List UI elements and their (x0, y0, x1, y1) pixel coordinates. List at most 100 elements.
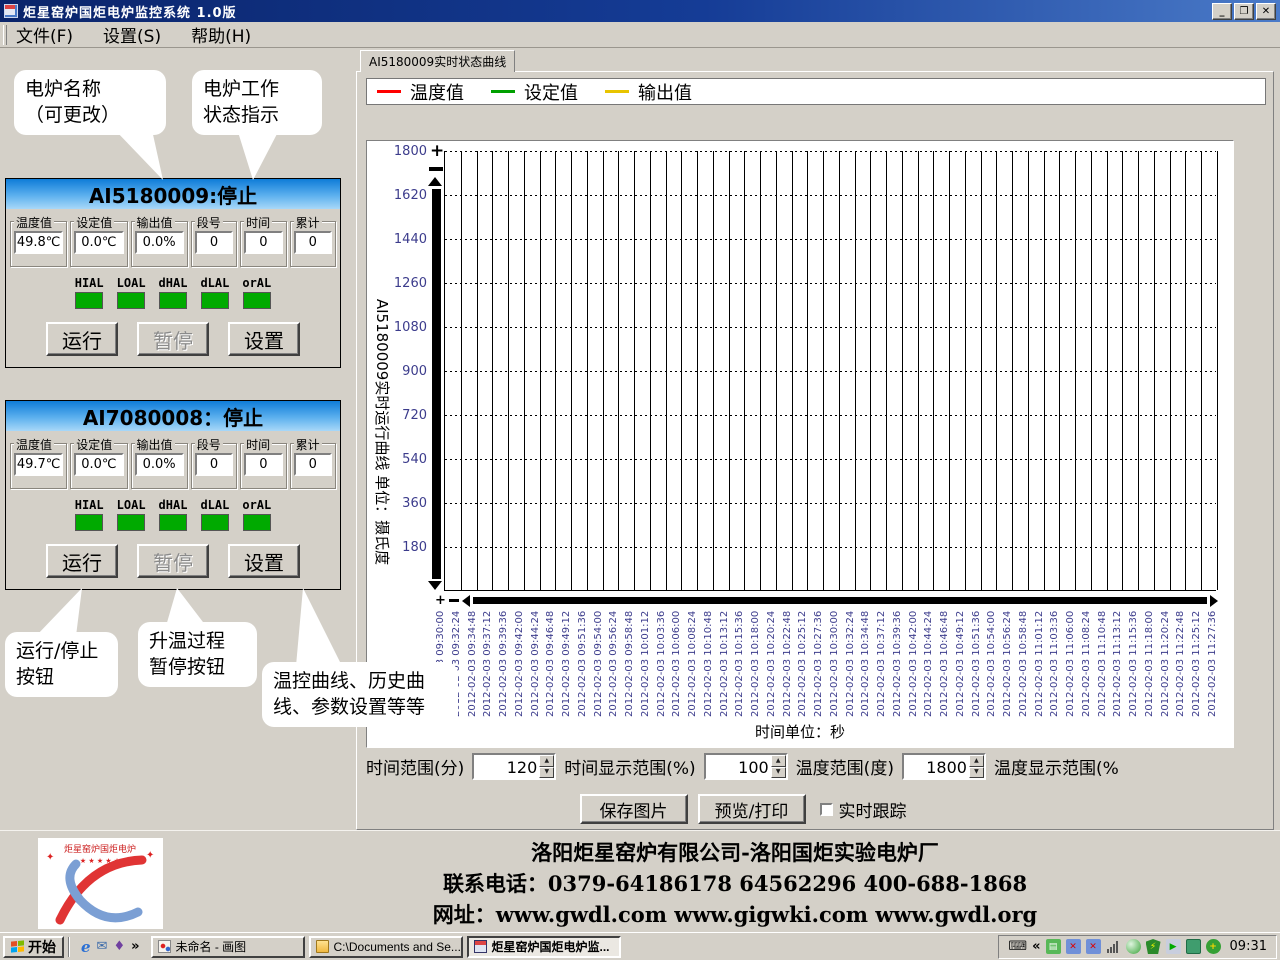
menu-file[interactable]: 文件(F) (16, 22, 73, 47)
tab-realtime-curve[interactable]: AI5180009实时状态曲线 (360, 50, 515, 72)
alarm-label: HIAL (75, 276, 104, 290)
field-group: 段号0 (191, 443, 237, 489)
save-image-button[interactable]: 保存图片 (580, 794, 688, 824)
spinner-up[interactable]: ▲ (969, 755, 984, 767)
spinner-up[interactable]: ▲ (539, 755, 554, 767)
menu-grip[interactable] (3, 25, 7, 45)
pause-button[interactable]: 暂停 (137, 544, 209, 578)
v-gridline (666, 151, 667, 590)
input-method-icon[interactable]: ⌨ (1008, 939, 1027, 954)
spinner-down[interactable]: ▼ (771, 767, 786, 779)
minimize-button[interactable]: _ (1212, 3, 1232, 20)
websites: 网址：www.gwdl.com www.gigwki.com www.gwdl.… (433, 899, 1037, 930)
menu-help[interactable]: 帮助(H) (191, 22, 251, 47)
run-button[interactable]: 运行 (46, 544, 118, 578)
spinner-0[interactable]: 120▲▼ (472, 753, 556, 780)
field-group: 累计0 (290, 443, 336, 489)
tray-icon-green-app[interactable]: ▤ (1046, 939, 1061, 954)
v-gridline (587, 151, 588, 590)
scroll-up-arrow[interactable] (428, 177, 442, 186)
x-tick-label: 2012-02-03 11:13:12 (1112, 609, 1124, 717)
y-scrollbar-thumb[interactable] (432, 189, 441, 579)
v-gridline (555, 151, 556, 590)
x-tick-label: 2012-02-03 10:34:48 (860, 609, 872, 717)
setup-button[interactable]: 设置 (228, 322, 300, 356)
internet-explorer-icon[interactable]: e (81, 938, 91, 956)
preview-print-button[interactable]: 预览/打印 (698, 794, 806, 824)
realtime-track-checkbox[interactable] (820, 803, 833, 816)
scroll-right-arrow[interactable] (1210, 595, 1218, 607)
furnace-title[interactable]: AI5180009:停止 (6, 179, 340, 209)
restore-button[interactable]: ❐ (1234, 3, 1254, 20)
y-tick-label: 360 (393, 496, 427, 511)
media-player-icon[interactable]: ♦ (113, 939, 125, 954)
setup-button[interactable]: 设置 (228, 544, 300, 578)
x-tick-label: 2012-02-03 10:15:36 (734, 609, 746, 717)
spinner-1[interactable]: 100▲▼ (704, 753, 788, 780)
v-gridline (1091, 151, 1092, 590)
tray-icon-network-disconnected-1[interactable]: ✕ (1066, 939, 1081, 954)
tray-icon-signal-strength[interactable] (1106, 939, 1121, 954)
app-icon (4, 4, 18, 18)
field-value: 0.0℃ (74, 453, 123, 476)
task-button-monitor-app[interactable]: 炬星窑炉国炬电炉监... (467, 936, 621, 958)
trailing-range-label: 温度显示范围(% (994, 754, 1119, 779)
v-gridline (949, 151, 950, 590)
close-button[interactable]: ✕ (1256, 3, 1276, 20)
tray-icon-green-case[interactable] (1186, 939, 1201, 954)
spinner-up[interactable]: ▲ (771, 755, 786, 767)
v-gridline (807, 151, 808, 590)
field-value: 0 (244, 231, 282, 254)
mail-icon[interactable]: ✉ (97, 939, 108, 954)
spinner-down[interactable]: ▼ (969, 767, 984, 779)
zoom-out-y-button[interactable] (429, 167, 443, 171)
company-name: 洛阳炬星窑炉有限公司-洛阳国炬实验电炉厂 (531, 837, 939, 868)
start-button[interactable]: 开始 (3, 936, 64, 958)
realtime-track-label: 实时跟踪 (839, 797, 907, 822)
contact-phone: 联系电话：0379-64186178 64562296 400-688-1868 (443, 868, 1027, 899)
furnace-title[interactable]: AI7080008：停止 (6, 401, 340, 431)
x-tick-label: 2012-02-03 11:01:12 (1034, 609, 1046, 717)
v-gridline (650, 151, 651, 590)
tray-icon-server-run[interactable]: ▶ (1166, 939, 1181, 954)
v-gridline (492, 151, 493, 590)
tray-icon-green-globe[interactable] (1126, 939, 1141, 954)
v-gridline (618, 151, 619, 590)
alarm-label: orAL (242, 276, 271, 290)
alarm-led-green (243, 292, 271, 309)
plot-area (444, 151, 1216, 591)
x-tick-label: 2012-02-03 09:44:24 (530, 609, 542, 717)
v-gridline (508, 151, 509, 590)
zoom-out-x-button[interactable] (449, 599, 459, 602)
zoom-in-y-button[interactable]: + (430, 141, 444, 161)
scroll-left-arrow[interactable] (462, 595, 470, 607)
task-button-explorer[interactable]: C:\Documents and Se... (309, 936, 463, 958)
app-form-icon (474, 940, 487, 953)
run-button[interactable]: 运行 (46, 322, 118, 356)
x-tick-label: 2012-02-03 09:54:00 (593, 609, 605, 717)
x-tick-label: 2012-02-03 10:22:48 (782, 609, 794, 717)
tray-icon-update[interactable]: + (1206, 939, 1221, 954)
alarm-indicator-dlal: dLAL (200, 498, 229, 531)
alarm-led-green (117, 292, 145, 309)
tray-collapse-chevron[interactable]: « (1032, 939, 1040, 954)
spinner-down[interactable]: ▼ (539, 767, 554, 779)
x-scrollbar-thumb[interactable] (473, 597, 1207, 604)
h-gridline (445, 415, 1216, 416)
pause-button[interactable]: 暂停 (137, 322, 209, 356)
tray-icon-shield[interactable]: ⚡ (1146, 939, 1161, 954)
x-tick-label: 2012-02-03 10:37:12 (876, 609, 888, 717)
scroll-down-arrow[interactable] (428, 581, 442, 590)
menu-settings[interactable]: 设置(S) (103, 22, 161, 47)
spinner-value: 1800 (904, 755, 969, 778)
field-label: 时间 (244, 214, 272, 231)
v-gridline (902, 151, 903, 590)
tray-icon-network-disconnected-2[interactable]: ✕ (1086, 939, 1101, 954)
quick-launch-overflow-chevron[interactable]: » (131, 939, 139, 954)
spinner-2[interactable]: 1800▲▼ (902, 753, 986, 780)
field-label: 温度值 (14, 214, 54, 231)
task-button-paint[interactable]: 未命名 - 画图 (151, 936, 305, 958)
field-group: 段号0 (191, 221, 237, 267)
x-scrollbar[interactable]: + (435, 593, 1218, 608)
zoom-in-x-button[interactable]: + (435, 593, 446, 608)
